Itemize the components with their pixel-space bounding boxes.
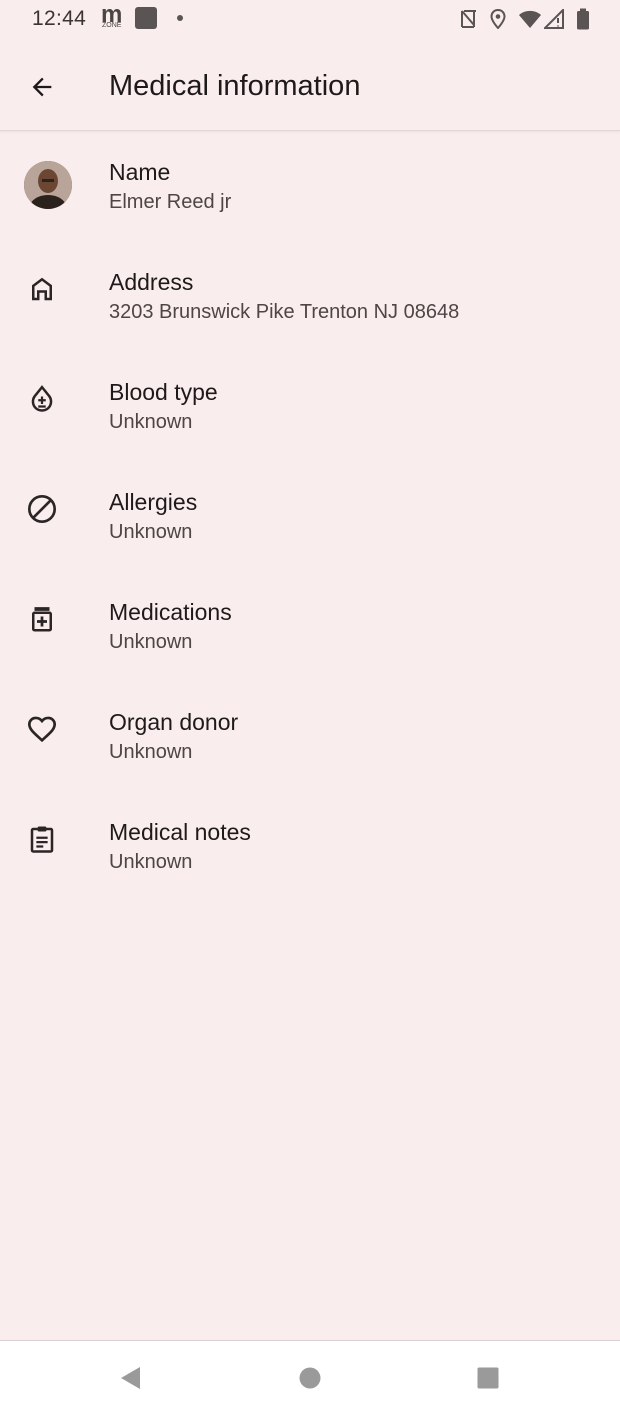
heart-icon (24, 711, 60, 747)
signal-icon (544, 9, 564, 29)
avatar-photo (24, 161, 72, 209)
row-name[interactable]: Name Elmer Reed jr (0, 131, 620, 241)
row-organ-donor[interactable]: Organ donor Unknown (0, 681, 620, 791)
page-title: Medical information (109, 70, 361, 102)
back-button[interactable] (18, 63, 66, 111)
blood-type-value: Unknown (109, 411, 193, 433)
avatar (24, 161, 72, 209)
address-value: 3203 Brunswick Pike Trenton NJ 08648 (109, 301, 460, 323)
nfc-icon (461, 10, 476, 28)
mzone-sub: ZONE (102, 22, 122, 29)
home-icon (24, 271, 60, 307)
allergies-label: Allergies (109, 489, 198, 515)
allergies-value: Unknown (109, 521, 193, 543)
name-label: Name (109, 159, 171, 185)
medications-value: Unknown (109, 631, 193, 653)
status-icons (460, 7, 590, 31)
dot-icon (177, 15, 183, 21)
organ-donor-value: Unknown (109, 741, 193, 763)
notification-square-icon (135, 7, 157, 29)
medical-notes-value: Unknown (109, 851, 193, 873)
home-circle-icon (299, 1367, 321, 1389)
wifi-icon (519, 10, 541, 28)
back-triangle-icon (121, 1367, 140, 1389)
medical-info-list: Name Elmer Reed jr Address 3203 Brunswic… (0, 131, 620, 901)
arrow-back-icon (32, 77, 52, 97)
medications-label: Medications (109, 599, 232, 625)
row-blood-type[interactable]: Blood type Unknown (0, 351, 620, 461)
row-allergies[interactable]: Allergies Unknown (0, 461, 620, 571)
row-medications[interactable]: Medications Unknown (0, 571, 620, 681)
app-bar: Medical information (0, 40, 620, 131)
row-address[interactable]: Address 3203 Brunswick Pike Trenton NJ 0… (0, 241, 620, 351)
name-value: Elmer Reed jr (109, 191, 232, 213)
address-label: Address (109, 269, 194, 295)
screen: 12:44 m ZONE Medical information Name El… (0, 0, 620, 1412)
medication-icon (24, 601, 60, 637)
status-time: 12:44 (32, 7, 87, 30)
blood-drop-icon (24, 381, 60, 417)
organ-donor-label: Organ donor (109, 709, 239, 735)
recents-square-icon (477, 1367, 499, 1389)
mzone-app-icon: m ZONE (101, 1, 127, 31)
location-icon (490, 9, 506, 29)
block-icon (24, 491, 60, 527)
medical-notes-label: Medical notes (109, 819, 251, 845)
blood-type-label: Blood type (109, 379, 218, 405)
nav-home-button[interactable] (295, 1363, 325, 1393)
nav-recents-button[interactable] (473, 1363, 503, 1393)
nav-back-button[interactable] (115, 1363, 145, 1393)
clipboard-icon (24, 821, 60, 857)
battery-icon (577, 8, 589, 30)
row-medical-notes[interactable]: Medical notes Unknown (0, 791, 620, 901)
status-bar: 12:44 m ZONE (0, 0, 620, 38)
system-nav-bar (0, 1340, 620, 1412)
